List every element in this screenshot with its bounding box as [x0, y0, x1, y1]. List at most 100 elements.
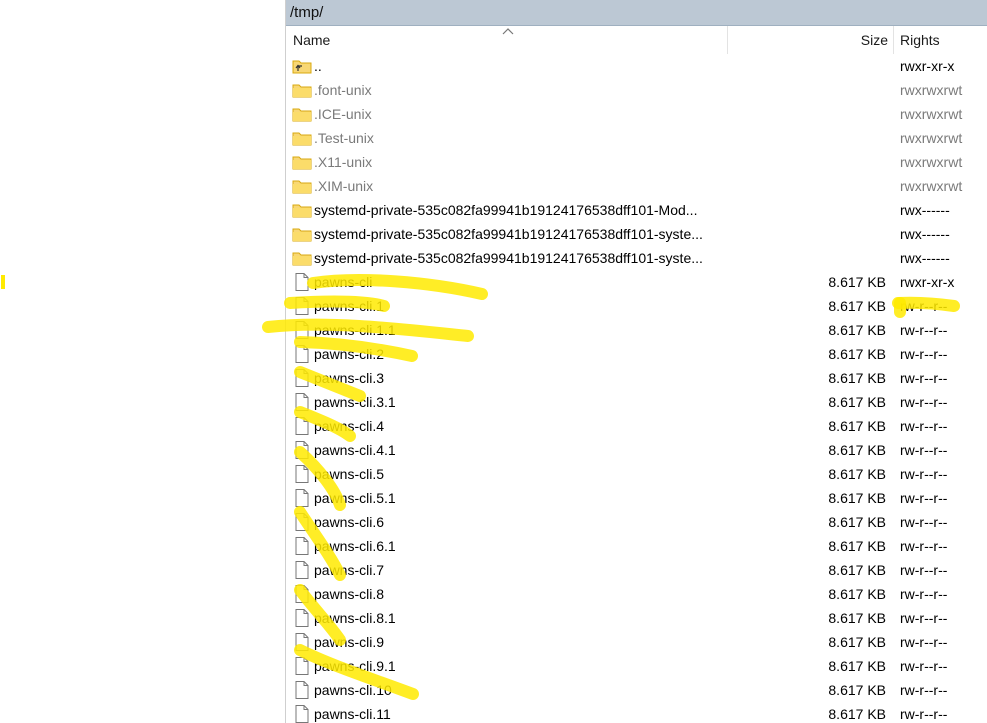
- file-icon: [292, 393, 312, 411]
- file-name: systemd-private-535c082fa99941b191241765…: [314, 226, 703, 242]
- list-item[interactable]: pawns-cli.7 8.617 KB rw-r--r--: [286, 558, 987, 582]
- file-size: 8.617 KB: [828, 706, 886, 722]
- file-name: .X11-unix: [314, 154, 373, 170]
- file-rights: rwx------: [900, 250, 950, 266]
- list-item[interactable]: .Test-unix rwxrwxrwt: [286, 126, 987, 150]
- path-bar[interactable]: /tmp/: [286, 0, 987, 26]
- file-icon: [292, 633, 312, 651]
- file-rights: rw-r--r--: [900, 322, 948, 338]
- folder-icon: [292, 225, 312, 243]
- file-size: 8.617 KB: [828, 346, 886, 362]
- list-item[interactable]: systemd-private-535c082fa99941b191241765…: [286, 222, 987, 246]
- folder-icon: [292, 81, 312, 99]
- list-item[interactable]: pawns-cli.8.1 8.617 KB rw-r--r--: [286, 606, 987, 630]
- file-rights: rwxrwxrwt: [900, 154, 963, 170]
- file-rights: rw-r--r--: [900, 610, 948, 626]
- list-item[interactable]: pawns-cli.4.1 8.617 KB rw-r--r--: [286, 438, 987, 462]
- file-rights: rwx------: [900, 226, 950, 242]
- list-item[interactable]: pawns-cli.3.1 8.617 KB rw-r--r--: [286, 390, 987, 414]
- file-rights: rw-r--r--: [900, 442, 948, 458]
- file-name: pawns-cli.3.1: [314, 394, 396, 410]
- list-item[interactable]: systemd-private-535c082fa99941b191241765…: [286, 246, 987, 270]
- list-item[interactable]: pawns-cli.3 8.617 KB rw-r--r--: [286, 366, 987, 390]
- column-header-name[interactable]: Name: [293, 26, 330, 54]
- file-rights: rw-r--r--: [900, 682, 948, 698]
- list-item[interactable]: .XIM-unix rwxrwxrwt: [286, 174, 987, 198]
- file-rights: rwxrwxrwt: [900, 178, 963, 194]
- file-name: pawns-cli.2: [314, 346, 385, 362]
- list-item[interactable]: pawns-cli.5.1 8.617 KB rw-r--r--: [286, 486, 987, 510]
- file-icon: [292, 273, 312, 291]
- file-size: 8.617 KB: [828, 490, 886, 506]
- column-divider[interactable]: [727, 26, 728, 54]
- file-rights: rwxrwxrwt: [900, 130, 963, 146]
- file-name: pawns-cli.5.1: [314, 490, 396, 506]
- file-name: pawns-cli.6: [314, 514, 385, 530]
- list-item[interactable]: pawns-cli.2 8.617 KB rw-r--r--: [286, 342, 987, 366]
- file-name: pawns-cli.6.1: [314, 538, 396, 554]
- file-rights: rwx------: [900, 202, 950, 218]
- file-size: 8.617 KB: [828, 298, 886, 314]
- folder-icon: [292, 153, 312, 171]
- sort-ascending-icon: [502, 23, 514, 35]
- file-name: pawns-cli.3: [314, 370, 385, 386]
- list-item[interactable]: pawns-cli.8 8.617 KB rw-r--r--: [286, 582, 987, 606]
- list-item[interactable]: .font-unix rwxrwxrwt: [286, 78, 987, 102]
- file-icon: [292, 609, 312, 627]
- file-size: 8.617 KB: [828, 682, 886, 698]
- file-size: 8.617 KB: [828, 658, 886, 674]
- file-size: 8.617 KB: [828, 274, 886, 290]
- list-item[interactable]: pawns-cli.5 8.617 KB rw-r--r--: [286, 462, 987, 486]
- column-header-rights[interactable]: Rights: [900, 26, 940, 54]
- file-icon: [292, 297, 312, 315]
- file-name: .font-unix: [314, 82, 372, 98]
- list-item[interactable]: pawns-cli.10 8.617 KB rw-r--r--: [286, 678, 987, 702]
- file-size: 8.617 KB: [828, 394, 886, 410]
- file-icon: [292, 585, 312, 603]
- file-icon: [292, 681, 312, 699]
- file-name: pawns-cli.1: [314, 298, 385, 314]
- current-path: /tmp/: [290, 4, 324, 21]
- column-header-size[interactable]: Size: [816, 26, 888, 54]
- file-size: 8.617 KB: [828, 634, 886, 650]
- list-item[interactable]: pawns-cli.11 8.617 KB rw-r--r--: [286, 702, 987, 723]
- file-rights: rwxr-xr-x: [900, 58, 955, 74]
- file-size: 8.617 KB: [828, 514, 886, 530]
- folder-icon: [292, 129, 312, 147]
- file-name: systemd-private-535c082fa99941b191241765…: [314, 250, 703, 266]
- list-item[interactable]: pawns-cli.6 8.617 KB rw-r--r--: [286, 510, 987, 534]
- list-item[interactable]: pawns-cli.1.1 8.617 KB rw-r--r--: [286, 318, 987, 342]
- list-item[interactable]: .ICE-unix rwxrwxrwt: [286, 102, 987, 126]
- file-rights: rw-r--r--: [900, 490, 948, 506]
- file-rights: rw-r--r--: [900, 538, 948, 554]
- file-icon: [292, 705, 312, 723]
- file-name: pawns-cli.5: [314, 466, 385, 482]
- list-item[interactable]: pawns-cli.9 8.617 KB rw-r--r--: [286, 630, 987, 654]
- list-item[interactable]: pawns-cli 8.617 KB rwxr-xr-x: [286, 270, 987, 294]
- file-rights: rw-r--r--: [900, 634, 948, 650]
- file-icon: [292, 537, 312, 555]
- file-rights: rw-r--r--: [900, 346, 948, 362]
- file-rights: rw-r--r--: [900, 418, 948, 434]
- list-item[interactable]: pawns-cli.9.1 8.617 KB rw-r--r--: [286, 654, 987, 678]
- file-name: pawns-cli.10: [314, 682, 392, 698]
- file-rights: rw-r--r--: [900, 658, 948, 674]
- file-rights: rw-r--r--: [900, 706, 948, 722]
- folder-icon: [292, 201, 312, 219]
- list-item[interactable]: systemd-private-535c082fa99941b191241765…: [286, 198, 987, 222]
- file-list: .. rwxr-xr-x .font-unix rwxrwxrwt .ICE-unix r…: [286, 54, 987, 723]
- file-rights: rwxr-xr-x: [900, 274, 955, 290]
- list-item[interactable]: .X11-unix rwxrwxrwt: [286, 150, 987, 174]
- list-item[interactable]: pawns-cli.4 8.617 KB rw-r--r--: [286, 414, 987, 438]
- list-item[interactable]: pawns-cli.1 8.617 KB rw-r--r--: [286, 294, 987, 318]
- file-name: systemd-private-535c082fa99941b191241765…: [314, 202, 698, 218]
- file-rights: rw-r--r--: [900, 370, 948, 386]
- file-name: pawns-cli.4: [314, 418, 385, 434]
- list-item[interactable]: pawns-cli.6.1 8.617 KB rw-r--r--: [286, 534, 987, 558]
- highlighter-mark: [1, 275, 5, 289]
- file-icon: [292, 465, 312, 483]
- list-item[interactable]: .. rwxr-xr-x: [286, 54, 987, 78]
- file-name: ..: [314, 58, 322, 74]
- column-divider[interactable]: [893, 26, 894, 54]
- file-size: 8.617 KB: [828, 442, 886, 458]
